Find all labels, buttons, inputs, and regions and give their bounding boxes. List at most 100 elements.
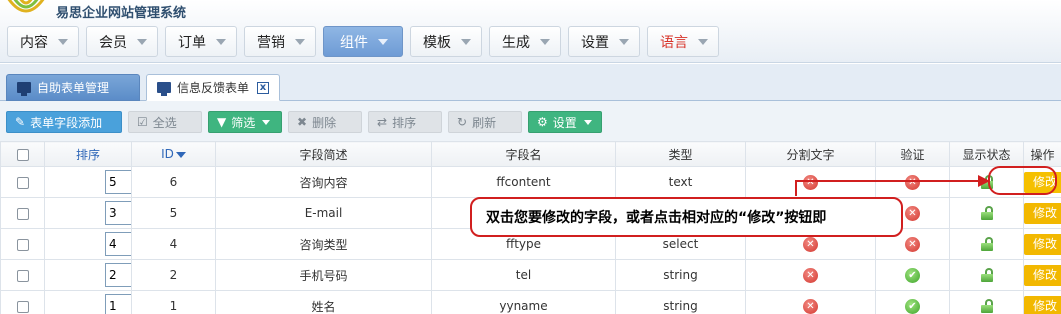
tab-bar: 自助表单管理 信息反馈表单 x bbox=[0, 64, 1061, 101]
edit-icon: ✎ bbox=[15, 115, 26, 129]
header-checkbox-cell[interactable] bbox=[0, 141, 45, 167]
cross-icon[interactable]: ✕ bbox=[905, 175, 920, 190]
nav-language[interactable]: 语言 bbox=[647, 26, 719, 57]
edit-button[interactable]: 修改 bbox=[1024, 233, 1061, 255]
row-checkbox-cell[interactable] bbox=[0, 290, 45, 314]
table-row[interactable]: 6咨询内容ffcontenttext✕✕修改 bbox=[0, 166, 1061, 198]
tab-feedback-form[interactable]: 信息反馈表单 x bbox=[146, 74, 280, 101]
tab-form-management[interactable]: 自助表单管理 bbox=[6, 74, 140, 101]
brand-title: 易思企业网站管理系统 bbox=[56, 6, 187, 21]
status-cell[interactable] bbox=[949, 259, 1024, 291]
cross-icon[interactable]: ✕ bbox=[905, 237, 920, 252]
header-status: 显示状态 bbox=[949, 141, 1024, 167]
sort-cell bbox=[44, 166, 132, 198]
header-type: 类型 bbox=[615, 141, 746, 167]
action-cell: 修改 bbox=[1023, 290, 1061, 314]
nav-orders[interactable]: 订单 bbox=[165, 26, 237, 57]
status-cell[interactable] bbox=[949, 290, 1024, 314]
check-icon[interactable]: ✔ bbox=[905, 268, 920, 283]
id-cell: 2 bbox=[131, 259, 216, 291]
add-field-button[interactable]: ✎ 表单字段添加 bbox=[6, 111, 122, 133]
nav-templates[interactable]: 模板 bbox=[410, 26, 482, 57]
chevron-down-icon bbox=[461, 38, 471, 45]
chevron-down-icon bbox=[619, 38, 629, 45]
status-cell[interactable] bbox=[949, 197, 1024, 229]
highlight-ring bbox=[988, 166, 1057, 195]
table-row[interactable]: 1姓名yynamestring ✕ ✔ 修改 bbox=[0, 290, 1061, 314]
unlock-icon[interactable] bbox=[980, 268, 993, 283]
chevron-down-icon bbox=[137, 38, 147, 45]
chevron-down-icon bbox=[583, 119, 592, 125]
split-cell[interactable]: ✕ bbox=[745, 259, 876, 291]
verify-cell[interactable]: ✔ bbox=[875, 259, 950, 291]
row-checkbox[interactable] bbox=[16, 300, 29, 313]
settings-button[interactable]: ⚙ 设置 bbox=[528, 111, 602, 133]
chevron-down-icon bbox=[378, 38, 388, 45]
chevron-down-icon bbox=[540, 38, 550, 45]
shuffle-icon: ⇄ bbox=[377, 115, 388, 129]
verify-cell[interactable]: ✕ bbox=[875, 166, 950, 198]
status-cell[interactable] bbox=[949, 228, 1024, 260]
nav-settings[interactable]: 设置 bbox=[568, 26, 640, 57]
nav-members[interactable]: 会员 bbox=[86, 26, 158, 57]
nav-generate[interactable]: 生成 bbox=[489, 26, 561, 57]
sort-order-input[interactable] bbox=[105, 170, 131, 194]
sort-order-input[interactable] bbox=[105, 294, 131, 314]
cross-icon[interactable]: ✕ bbox=[803, 299, 818, 314]
header-name: 字段名 bbox=[431, 141, 616, 167]
nav-content[interactable]: 内容 bbox=[7, 26, 79, 57]
cross-icon[interactable]: ✕ bbox=[803, 175, 818, 190]
select-all-checkbox[interactable] bbox=[16, 148, 29, 161]
row-checkbox[interactable] bbox=[16, 207, 29, 220]
header-sort[interactable]: 排序 bbox=[44, 141, 132, 167]
cross-icon[interactable]: ✕ bbox=[803, 237, 818, 252]
sort-order-input[interactable] bbox=[105, 232, 131, 256]
split-cell[interactable]: ✕ bbox=[745, 290, 876, 314]
select-all-button[interactable]: ☑ 全选 bbox=[128, 111, 202, 133]
verify-cell[interactable]: ✔ bbox=[875, 290, 950, 314]
action-cell: 修改 bbox=[1023, 259, 1061, 291]
refresh-button[interactable]: ↻ 刷新 bbox=[448, 111, 522, 133]
filter-button[interactable]: ▼ 筛选 bbox=[208, 111, 282, 133]
cross-icon[interactable]: ✕ bbox=[905, 206, 920, 221]
desc-cell: 姓名 bbox=[215, 290, 432, 314]
cross-icon[interactable]: ✕ bbox=[803, 268, 818, 283]
row-checkbox[interactable] bbox=[16, 269, 29, 282]
name-cell: yyname bbox=[431, 290, 616, 314]
table-row[interactable]: 2手机号码telstring ✕ ✔ 修改 bbox=[0, 259, 1061, 291]
unlock-icon[interactable] bbox=[980, 206, 993, 221]
check-icon[interactable]: ✔ bbox=[905, 299, 920, 314]
sort-order-input[interactable] bbox=[105, 201, 131, 225]
row-checkbox-cell[interactable] bbox=[0, 197, 45, 229]
tab-label: 自助表单管理 bbox=[37, 81, 110, 95]
nav-components[interactable]: 组件 bbox=[323, 26, 403, 57]
sort-button[interactable]: ⇄ 排序 bbox=[368, 111, 442, 133]
monitor-icon bbox=[17, 82, 31, 96]
refresh-icon: ↻ bbox=[457, 115, 468, 129]
edit-button[interactable]: 修改 bbox=[1024, 202, 1061, 224]
row-checkbox-cell[interactable] bbox=[0, 166, 45, 198]
sort-desc-icon bbox=[175, 151, 186, 158]
edit-button[interactable]: 修改 bbox=[1024, 264, 1061, 286]
nav-marketing[interactable]: 营销 bbox=[244, 26, 316, 57]
name-cell: ffcontent bbox=[431, 166, 616, 198]
close-icon[interactable]: x bbox=[257, 81, 269, 94]
row-checkbox[interactable] bbox=[16, 238, 29, 251]
edit-button[interactable]: 修改 bbox=[1024, 295, 1061, 314]
split-cell[interactable]: ✕ bbox=[745, 166, 876, 198]
logo-icon bbox=[7, 0, 45, 13]
unlock-icon[interactable] bbox=[980, 237, 993, 252]
sort-cell bbox=[44, 228, 132, 260]
header-id[interactable]: ID bbox=[131, 141, 216, 167]
header-desc: 字段简述 bbox=[215, 141, 432, 167]
unlock-icon[interactable] bbox=[980, 299, 993, 314]
chevron-down-icon bbox=[58, 38, 68, 45]
row-checkbox-cell[interactable] bbox=[0, 228, 45, 260]
id-cell: 4 bbox=[131, 228, 216, 260]
delete-icon: ✖ bbox=[297, 115, 308, 129]
row-checkbox-cell[interactable] bbox=[0, 259, 45, 291]
sort-order-input[interactable] bbox=[105, 263, 131, 287]
delete-button[interactable]: ✖ 删除 bbox=[288, 111, 362, 133]
row-checkbox[interactable] bbox=[16, 176, 29, 189]
monitor-icon bbox=[157, 82, 171, 96]
